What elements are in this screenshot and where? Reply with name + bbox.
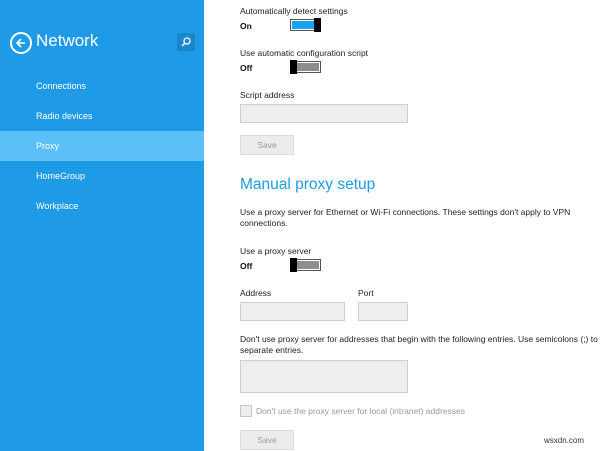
exceptions-description: Don't use proxy server for addresses tha… (240, 334, 598, 355)
proxy-port-label: Port (358, 288, 374, 298)
sidebar-item-connections[interactable]: Connections (0, 71, 204, 101)
search-button[interactable] (177, 33, 195, 51)
sidebar-item-radio-devices[interactable]: Radio devices (0, 101, 204, 131)
use-proxy-label: Use a proxy server (240, 246, 312, 256)
sidebar: Network Connections Radio devices Proxy … (0, 0, 204, 451)
toggle-thumb (290, 60, 297, 74)
manual-save-button[interactable]: Save (240, 430, 294, 450)
sidebar-title: Network (36, 31, 99, 50)
watermark: wsxdn.com (544, 436, 585, 445)
sidebar-item-homegroup[interactable]: HomeGroup (0, 161, 204, 191)
script-address-label: Script address (240, 90, 295, 100)
use-proxy-toggle[interactable] (290, 258, 321, 272)
back-arrow-icon (15, 38, 25, 48)
auto-script-state: Off (240, 63, 253, 73)
proxy-address-input[interactable] (240, 302, 345, 321)
auto-detect-state: On (240, 21, 252, 31)
proxy-port-input[interactable] (358, 302, 408, 321)
auto-save-button[interactable]: Save (240, 135, 294, 155)
toggle-thumb (314, 18, 321, 32)
sidebar-nav: Connections Radio devices Proxy HomeGrou… (0, 71, 204, 221)
proxy-address-label: Address (240, 288, 272, 298)
sidebar-item-proxy[interactable]: Proxy (0, 131, 204, 161)
local-addresses-checkbox[interactable] (240, 405, 252, 417)
auto-detect-label: Automatically detect settings (240, 6, 348, 16)
sidebar-item-workplace[interactable]: Workplace (0, 191, 204, 221)
manual-section-title: Manual proxy setup (240, 176, 376, 193)
auto-script-toggle[interactable] (290, 60, 321, 74)
use-proxy-state: Off (240, 261, 253, 271)
search-icon (181, 37, 191, 47)
script-address-input[interactable] (240, 104, 408, 123)
back-button[interactable] (10, 32, 32, 54)
exceptions-input[interactable] (240, 360, 408, 393)
auto-script-label: Use automatic configuration script (240, 48, 369, 58)
manual-description: Use a proxy server for Ethernet or Wi-Fi… (240, 207, 571, 228)
auto-detect-toggle[interactable] (290, 18, 321, 32)
local-addresses-checkbox-label: Don't use the proxy server for local (in… (256, 406, 466, 416)
toggle-thumb (290, 258, 297, 272)
proxy-settings-panel: Automatically detect settings On Use aut… (204, 0, 600, 451)
